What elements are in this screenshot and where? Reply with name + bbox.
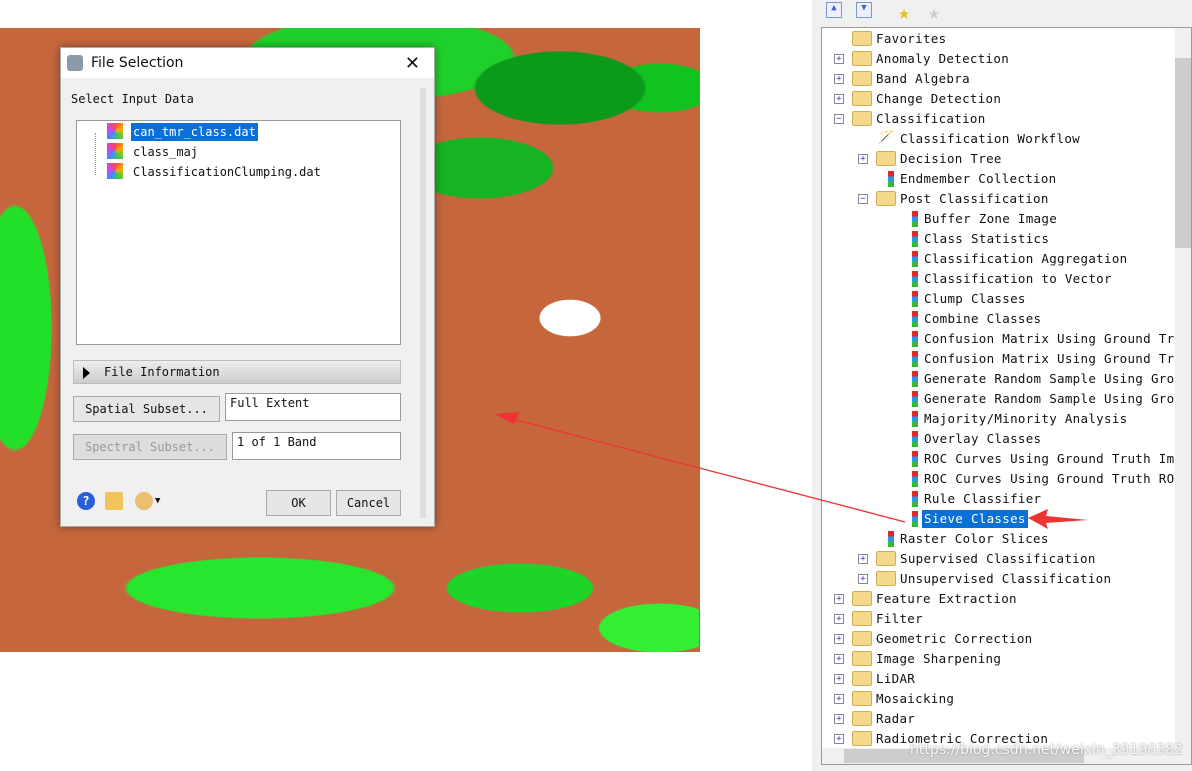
arrow-head (494, 412, 520, 424)
pointer-arrow (1028, 509, 1088, 529)
annotation-overlay (494, 412, 1088, 529)
annotation-line (504, 416, 906, 523)
